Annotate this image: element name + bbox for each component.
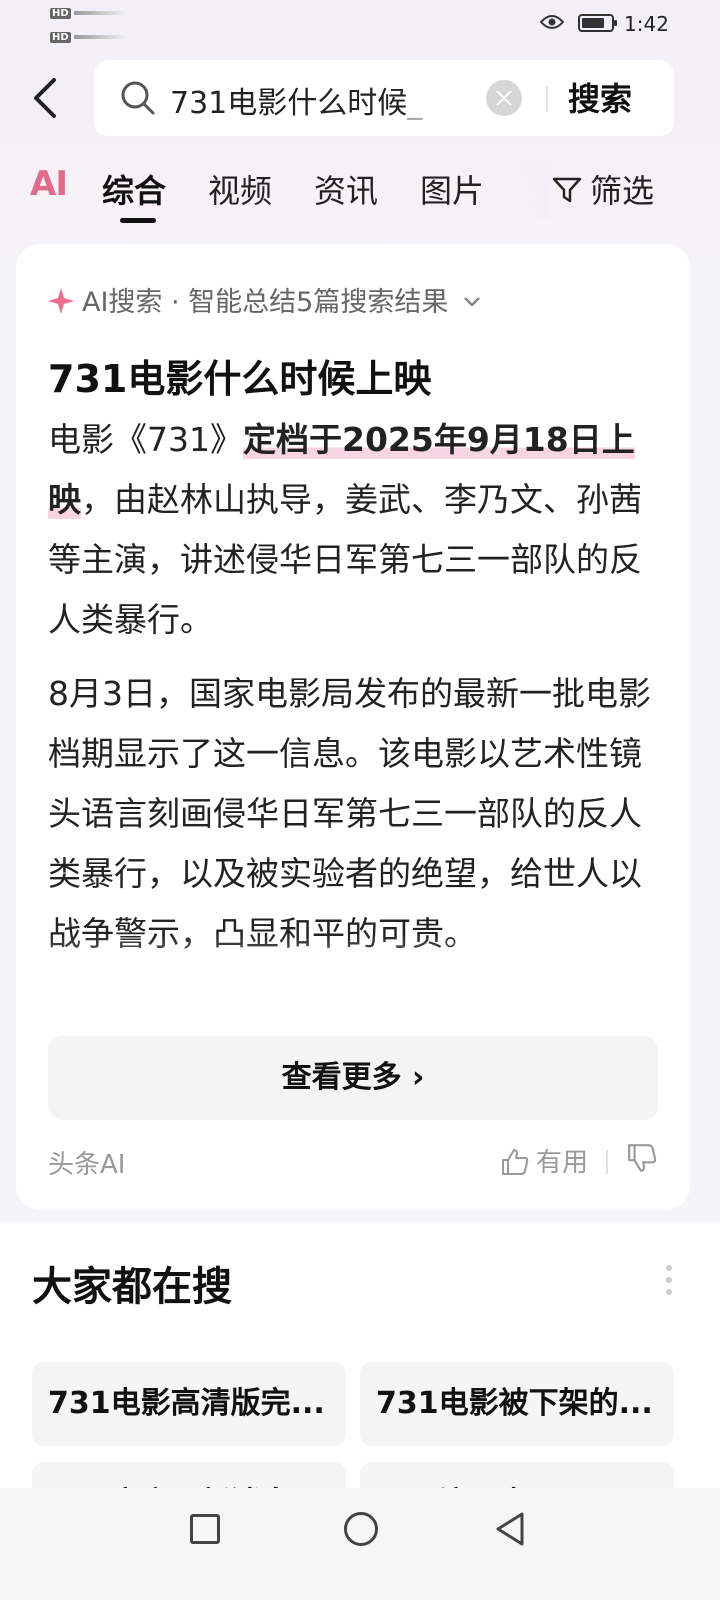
trending-item[interactable]: 731电影高清版完...	[32, 1362, 346, 1446]
tab-news[interactable]: 资讯	[314, 166, 378, 212]
filter-label: 筛选	[590, 172, 655, 210]
ai-summary-header[interactable]: AI搜索 · 智能总结5篇搜索结果	[46, 280, 481, 319]
footer-divider	[606, 1150, 608, 1174]
recents-square-icon[interactable]	[190, 1514, 220, 1544]
status-bar: HD HD 1:42	[0, 0, 720, 50]
chevron-down-icon	[464, 297, 480, 307]
ai-summary-title: 731电影什么时候上映	[48, 357, 432, 401]
more-options-icon[interactable]	[664, 1264, 674, 1296]
back-triangle-icon[interactable]	[492, 1510, 528, 1548]
status-time: 1:42	[624, 12, 669, 36]
clear-icon[interactable]	[486, 80, 522, 116]
tab-ai[interactable]: AI	[30, 164, 68, 204]
tab-comprehensive[interactable]: 综合	[102, 166, 166, 212]
trending-item[interactable]: 731电影被下架的...	[360, 1362, 674, 1446]
tab-overflow-fade	[510, 160, 550, 220]
search-input[interactable]: 731电影什么时候_	[170, 78, 460, 122]
battery-icon	[578, 14, 617, 32]
source-label: 头条AI	[48, 1150, 126, 1180]
tab-active-indicator	[120, 218, 156, 223]
search-button[interactable]: 搜索	[568, 74, 632, 120]
ai-summary-paragraph-1: 电影《731》定档于2025年9月18日上映，由赵林山执导，姜武、李乃文、孙茜等…	[48, 420, 642, 639]
ai-summary-paragraph-2: 8月3日，国家电影局发布的最新一批电影档期显示了这一信息。该电影以艺术性镜头语言…	[48, 674, 651, 953]
ai-summary-card: AI搜索 · 智能总结5篇搜索结果 731电影什么时候上映 电影《731》定档于…	[16, 244, 690, 1210]
search-icon	[121, 81, 155, 115]
card-footer: 头条AI 有用	[48, 1142, 658, 1182]
tab-bar: AI 综合 视频 资讯 图片 筛选	[0, 160, 720, 224]
thumbs-up-icon	[502, 1149, 529, 1175]
signal-icon	[73, 11, 124, 15]
tab-video[interactable]: 视频	[208, 166, 272, 212]
hd-indicator-2: HD	[50, 30, 124, 43]
eye-icon	[540, 15, 564, 29]
tab-images[interactable]: 图片	[420, 166, 484, 212]
search-box[interactable]: 731电影什么时候_ 搜索	[94, 60, 674, 136]
filter-button[interactable]: 筛选	[552, 166, 654, 212]
back-arrow-icon[interactable]	[28, 76, 68, 120]
filter-icon	[552, 177, 582, 203]
view-more-button[interactable]: 查看更多 ›	[48, 1036, 658, 1120]
search-divider	[546, 86, 548, 112]
system-nav-bar	[0, 1488, 720, 1600]
text-fade-overlay	[16, 934, 690, 1024]
hd-indicator-1: HD	[50, 6, 124, 19]
useful-button[interactable]: 有用	[500, 1142, 588, 1179]
home-circle-icon[interactable]	[344, 1512, 378, 1546]
trending-title: 大家都在搜	[32, 1264, 232, 1310]
sparkle-icon	[48, 288, 74, 314]
thumbs-down-icon[interactable]	[626, 1142, 658, 1174]
signal-icon	[73, 35, 124, 39]
